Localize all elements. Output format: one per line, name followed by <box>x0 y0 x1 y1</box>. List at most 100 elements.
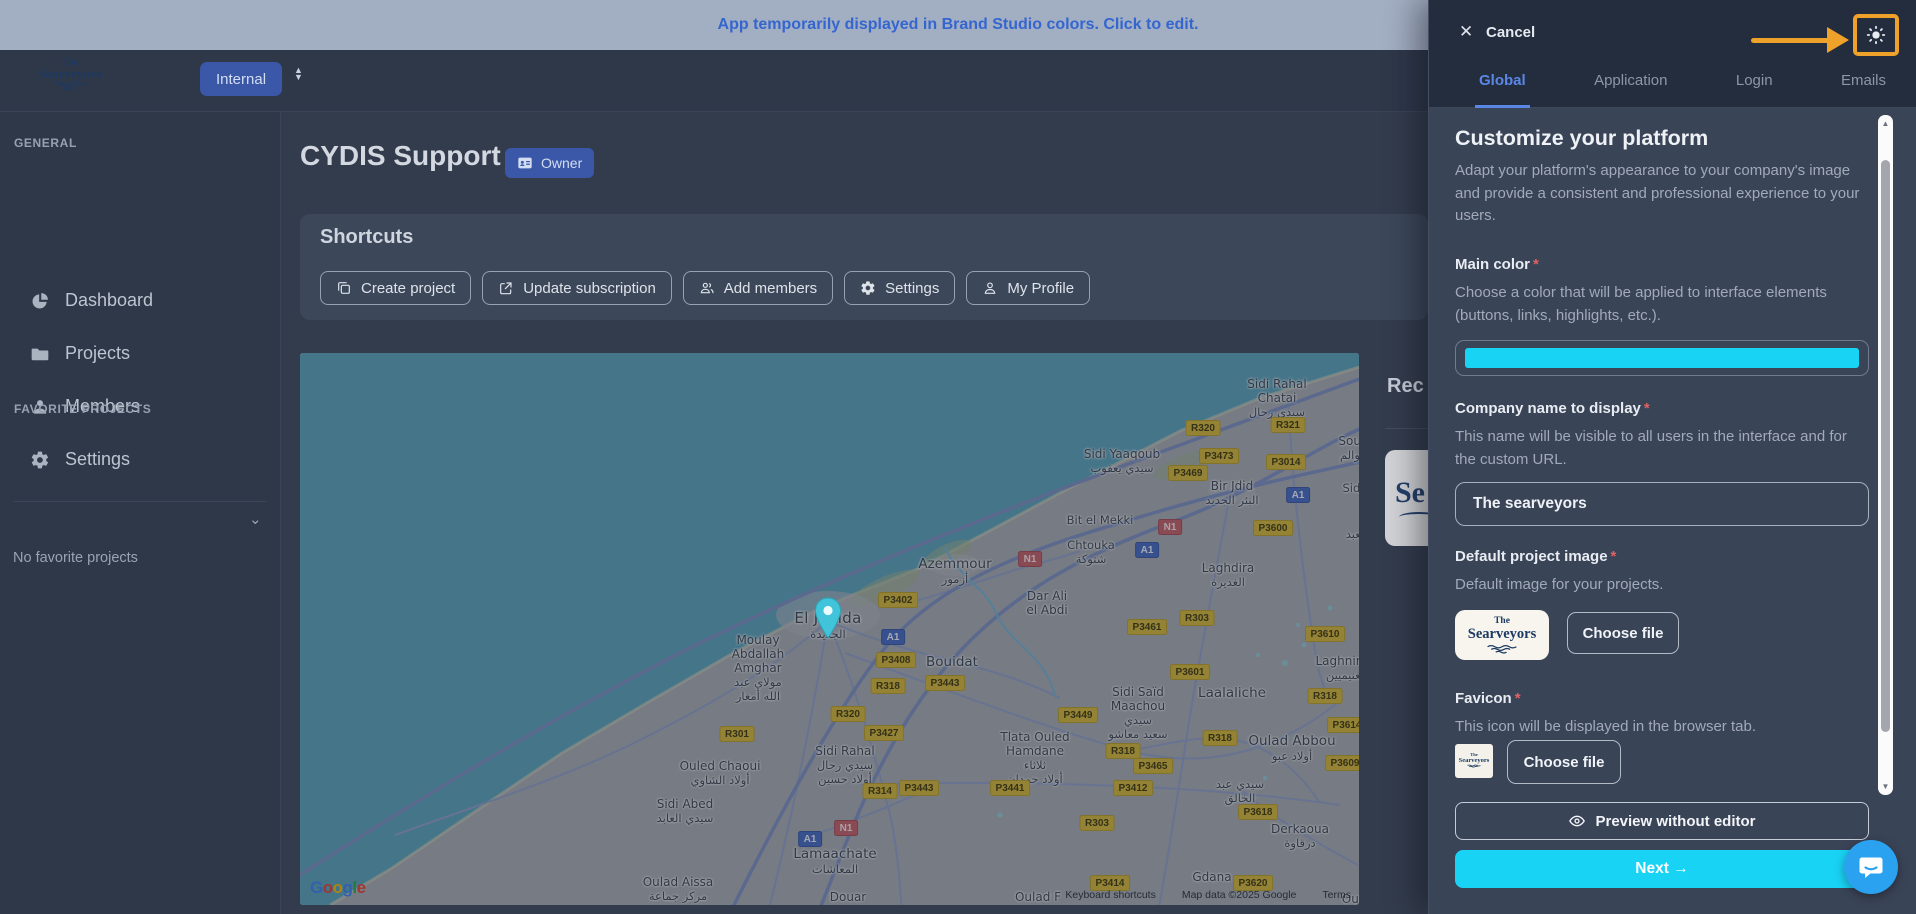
panel-title: Customize your platform <box>1455 126 1708 151</box>
project-image-desc: Default image for your projects. <box>1455 574 1865 597</box>
next-button[interactable]: Next → <box>1455 850 1869 888</box>
eye-icon <box>1568 812 1586 830</box>
gear-icon <box>860 280 876 296</box>
sidebar-section-general: GENERAL <box>14 136 77 150</box>
sidebar-divider <box>13 501 267 502</box>
tab-emails[interactable]: Emails <box>1837 66 1890 108</box>
brand-studio-panel: ✕ Cancel Global Application Login Emails Cu… <box>1428 0 1916 914</box>
user-icon <box>982 280 998 296</box>
environment-badge[interactable]: Internal <box>200 62 282 96</box>
close-icon[interactable]: ✕ <box>1459 22 1473 42</box>
favicon-choose-file-button[interactable]: Choose file <box>1507 740 1621 784</box>
panel-scrollbar[interactable]: ▲ ▼ <box>1878 115 1893 795</box>
map-attribution-item[interactable]: Keyboard shortcuts <box>1065 889 1155 901</box>
shortcuts-title: Shortcuts <box>320 226 413 249</box>
app-header: The Searveyors Internal ▲▼ <box>0 50 1428 112</box>
users-icon <box>699 280 715 296</box>
panel-tabs: Global Application Login Emails <box>1475 66 1890 108</box>
sidebar-section-favorites: FAVORITE PROJECTS <box>14 402 151 416</box>
panel-body: Customize your platform Adapt your platf… <box>1429 108 1916 914</box>
scroll-up-icon[interactable]: ▲ <box>1878 119 1893 128</box>
chat-widget-button[interactable] <box>1844 840 1898 894</box>
sidebar-nav: DashboardProjectsMembersSettings <box>0 274 281 486</box>
scroll-down-icon[interactable]: ▼ <box>1878 782 1893 791</box>
favicon-label: Favicon* <box>1455 690 1521 707</box>
favicon-preview: The Searveyors <box>1455 744 1493 778</box>
recent-project-card[interactable]: Se <box>1385 450 1428 546</box>
update-subscription-button[interactable]: Update subscription <box>482 271 672 305</box>
required-mark: * <box>1611 548 1617 565</box>
company-name-desc: This name will be visible to all users i… <box>1455 426 1865 471</box>
scrollbar-thumb[interactable] <box>1881 160 1890 732</box>
sidebar-item-projects[interactable]: Projects <box>0 327 281 380</box>
shortcuts-row: Create project Update subscription Add mem… <box>320 271 1090 305</box>
shortcut-label: Settings <box>885 280 939 297</box>
project-image-choose-file-button[interactable]: Choose file <box>1567 612 1679 654</box>
tab-application[interactable]: Application <box>1590 66 1671 108</box>
logo-waves-icon <box>1484 644 1520 654</box>
map-marker-pin[interactable] <box>813 596 843 645</box>
google-logo[interactable]: Google <box>310 878 366 898</box>
external-icon <box>498 280 514 296</box>
logo-waves-icon <box>50 81 90 90</box>
shortcut-label: Add members <box>724 280 817 297</box>
create-project-button[interactable]: Create project <box>320 271 471 305</box>
map-attribution-item[interactable]: Map data ©2025 Google <box>1182 889 1297 901</box>
company-logo[interactable]: The Searveyors <box>28 58 112 90</box>
tab-login[interactable]: Login <box>1732 66 1777 108</box>
project-image-label: Default project image* <box>1455 548 1616 565</box>
logo-waves-icon <box>1466 764 1482 769</box>
banner-text[interactable]: App temporarily displayed in Brand Studi… <box>0 0 1428 50</box>
shortcut-label: My Profile <box>1007 280 1074 297</box>
favorites-empty-text: No favorite projects <box>13 550 138 566</box>
environment-switch-icon[interactable]: ▲▼ <box>294 67 303 81</box>
brand-studio-banner[interactable]: App temporarily displayed in Brand Studi… <box>0 0 1428 50</box>
annotation-arrow <box>1751 38 1831 43</box>
preview-without-editor-button[interactable]: Preview without editor <box>1455 802 1869 840</box>
recent-section-title: Rec <box>1387 375 1424 398</box>
owner-role-badge: Owner <box>505 148 594 178</box>
chat-bubble-icon <box>1857 853 1885 881</box>
favicon-desc: This icon will be displayed in the brows… <box>1455 716 1865 739</box>
recent-divider <box>1385 428 1428 429</box>
id-card-icon <box>517 155 533 171</box>
panel-subtitle: Adapt your platform's appearance to your… <box>1455 160 1865 228</box>
tab-global[interactable]: Global <box>1475 66 1530 108</box>
required-mark: * <box>1644 400 1650 417</box>
sun-icon <box>1865 24 1887 46</box>
sidebar-item-label: Dashboard <box>65 290 153 311</box>
my-profile-button[interactable]: My Profile <box>966 271 1090 305</box>
copy-icon <box>336 280 352 296</box>
project-image-preview: The Searveyors <box>1455 610 1549 660</box>
add-members-button[interactable]: Add members <box>683 271 833 305</box>
required-mark: * <box>1533 256 1539 273</box>
gear-icon <box>30 450 50 470</box>
panel-header: ✕ Cancel Global Application Login Emails <box>1429 0 1916 108</box>
company-name-input[interactable]: The searveyors <box>1455 482 1869 526</box>
cancel-button[interactable]: Cancel <box>1486 24 1535 41</box>
required-mark: * <box>1515 690 1521 707</box>
company-name-label: Company name to display* <box>1455 400 1650 417</box>
sidebar: GENERAL DashboardProjectsMembersSettings… <box>0 112 281 914</box>
chevron-down-icon[interactable]: ⌄ <box>249 510 262 528</box>
brand-studio-app: App temporarily displayed in Brand Studi… <box>0 0 1916 914</box>
shortcut-label: Create project <box>361 280 455 297</box>
main-color-desc: Choose a color that will be applied to i… <box>1455 282 1865 327</box>
folder-icon <box>30 344 50 364</box>
main-color-label: Main color* <box>1455 256 1539 273</box>
sidebar-item-dashboard[interactable]: Dashboard <box>0 274 281 327</box>
sidebar-item-label: Projects <box>65 343 130 364</box>
google-map[interactable]: Sidi RahalChataiسيدي رحالSoualسوالمSidi … <box>300 353 1359 905</box>
page-title: CYDIS Support <box>300 140 501 172</box>
sidebar-item-settings[interactable]: Settings <box>0 433 281 486</box>
main-color-swatch[interactable] <box>1465 348 1859 368</box>
logo-wave-fragment <box>1399 512 1428 522</box>
shortcut-label: Update subscription <box>523 280 656 297</box>
theme-brightness-button[interactable] <box>1853 14 1899 56</box>
main-color-picker[interactable] <box>1455 340 1869 376</box>
sidebar-item-label: Settings <box>65 449 130 470</box>
pie-icon <box>30 291 50 311</box>
map-attribution[interactable]: Keyboard shortcuts Map data ©2025 Google T… <box>1065 889 1351 901</box>
map-attribution-item[interactable]: Terms <box>1322 889 1351 901</box>
settings-button[interactable]: Settings <box>844 271 955 305</box>
